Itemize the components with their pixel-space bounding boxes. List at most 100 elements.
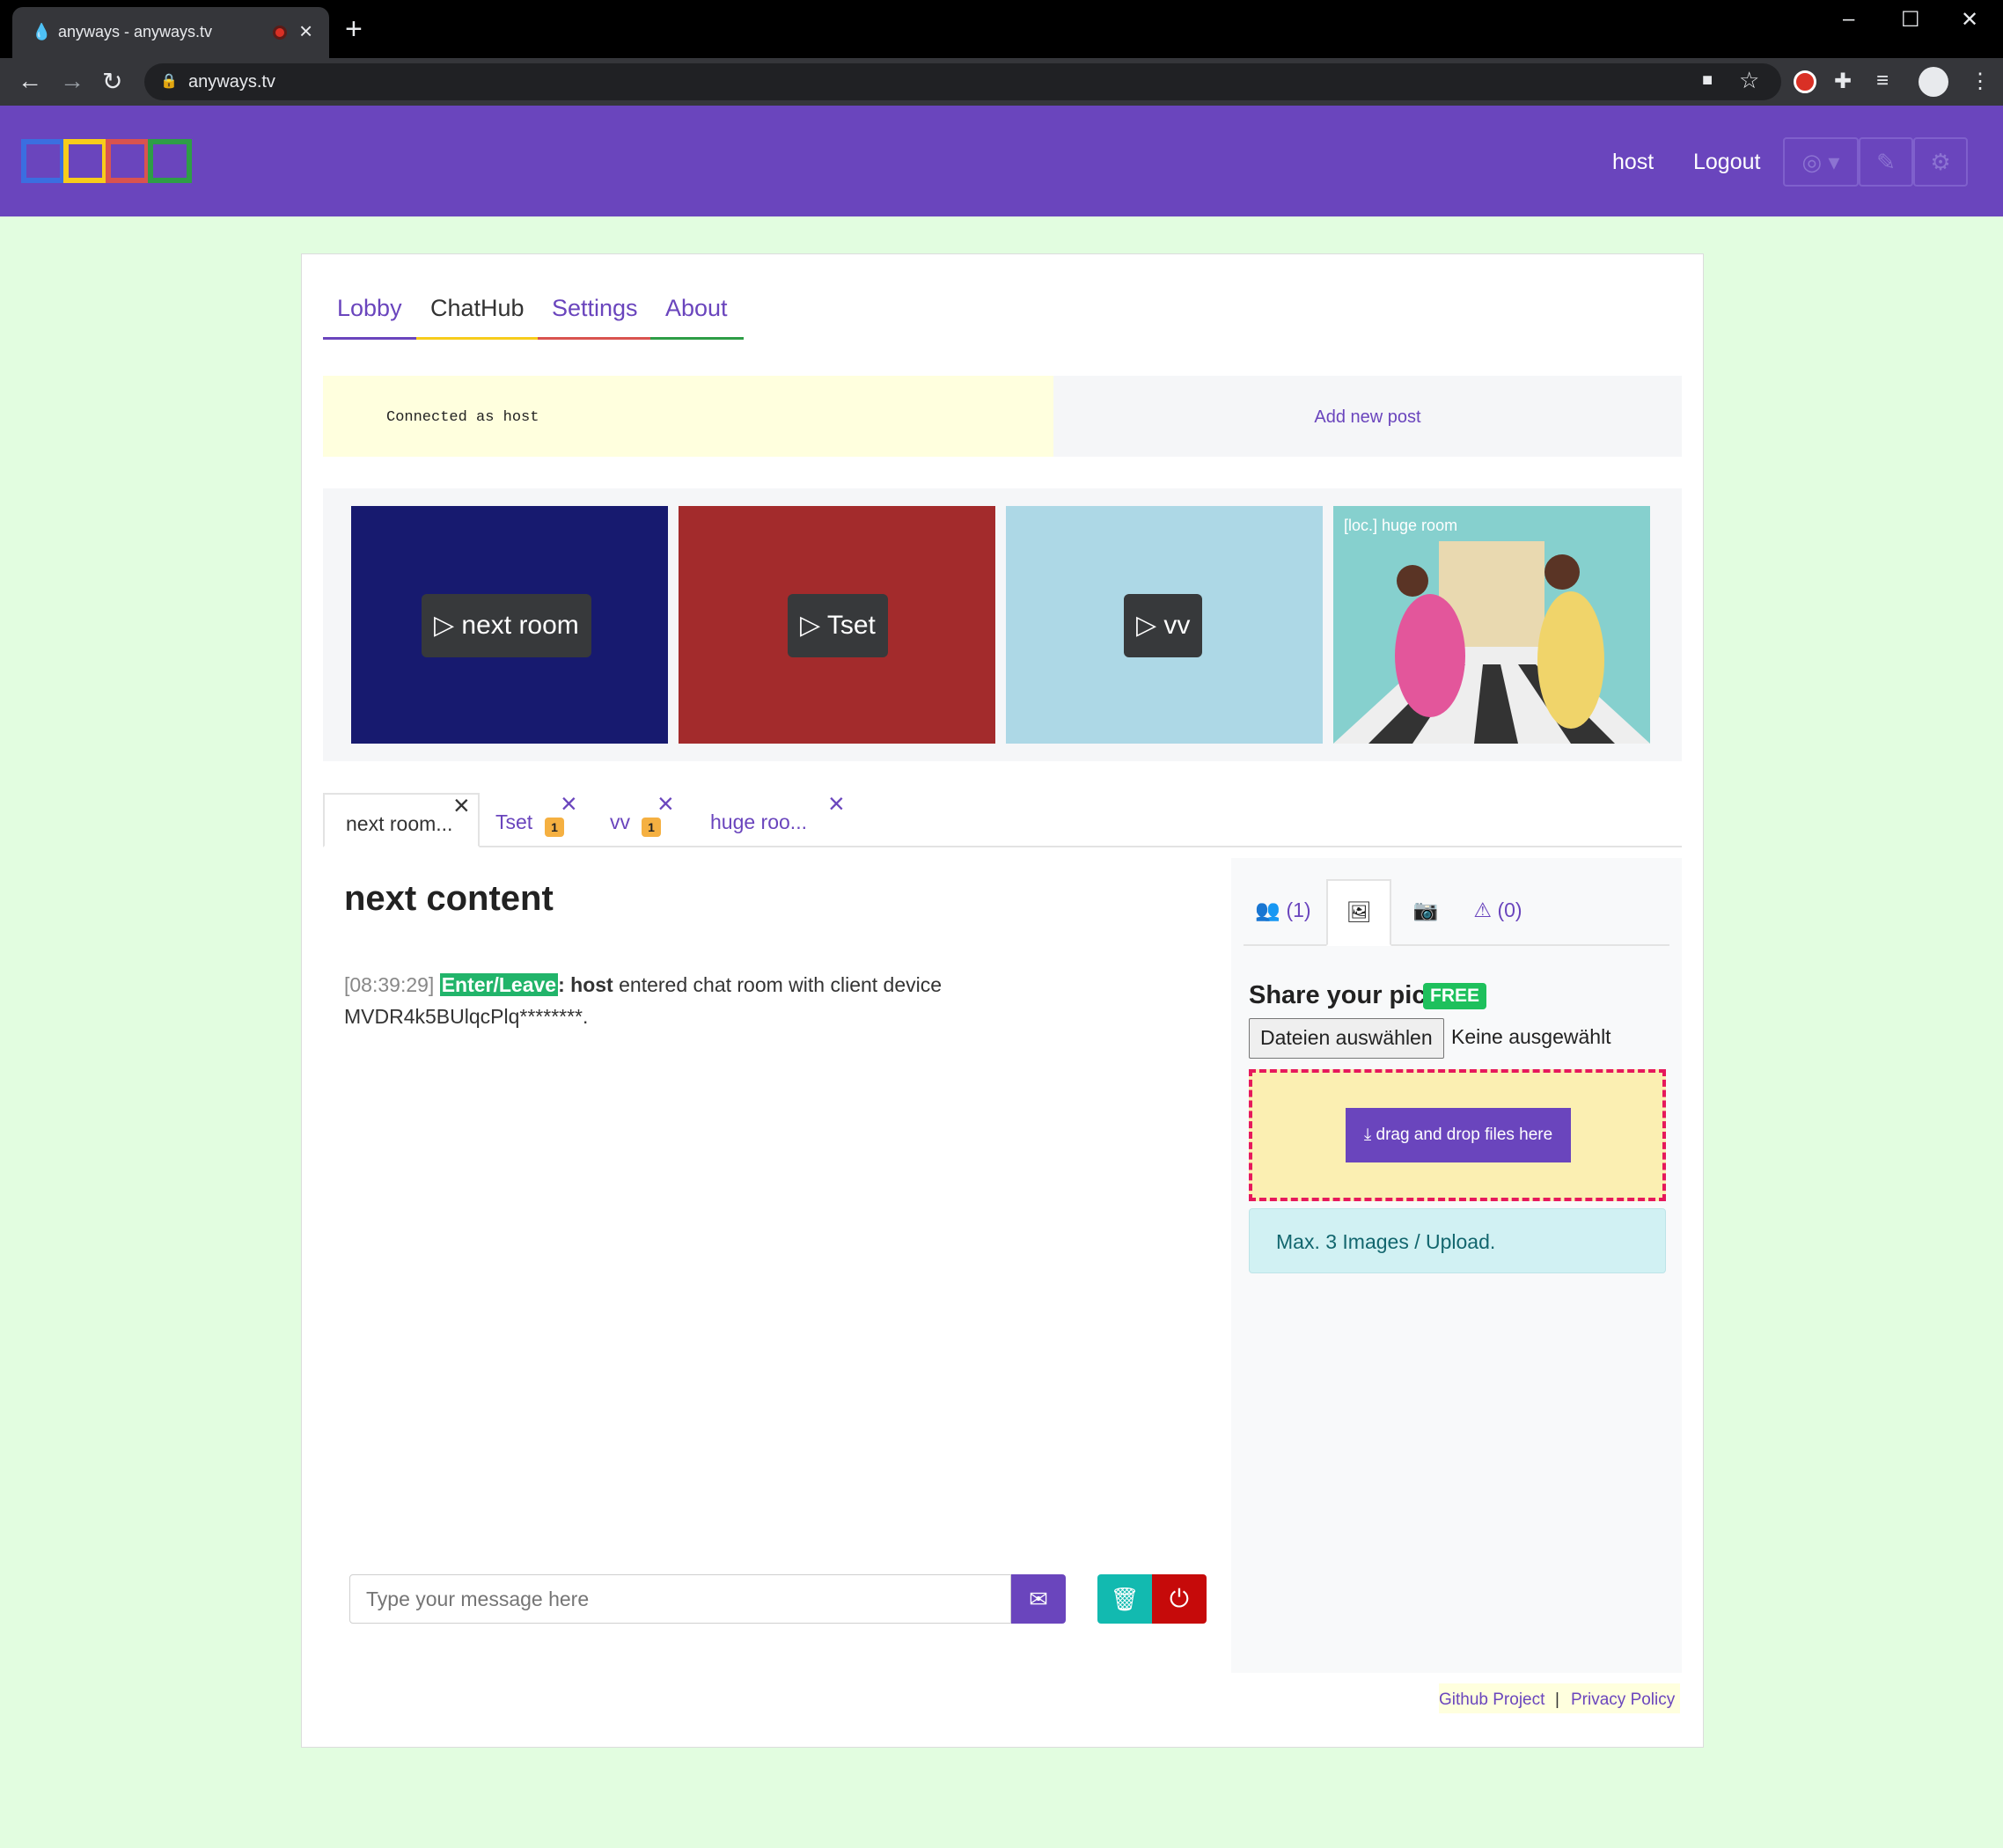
room-tab-close-icon[interactable]: × (561, 788, 577, 820)
download-icon: ⤓ (1363, 1126, 1372, 1144)
browser-tabstrip: 💧 anyways - anyways.tv × + – ☐ ✕ (0, 0, 2003, 58)
language-dropdown-button[interactable]: ◎ ▾ (1783, 137, 1859, 187)
site-logo[interactable] (21, 139, 197, 183)
message-time: [08:39:29] (344, 973, 435, 996)
add-post-panel: Add new post (1053, 376, 1682, 457)
media-queue-icon[interactable]: ≡ (1876, 69, 1889, 93)
warning-icon: ⚠ (1473, 898, 1493, 921)
new-tab-button[interactable]: + (345, 12, 363, 47)
room-tab-tset[interactable]: Tset 1 × (495, 788, 592, 847)
unread-badge: 1 (545, 818, 564, 837)
message-input[interactable] (349, 1574, 1011, 1624)
room-tab-close-icon[interactable]: × (828, 788, 845, 820)
side-tab-camera[interactable]: 📷 (1395, 879, 1456, 946)
bookmark-star-icon[interactable]: ☆ (1739, 67, 1759, 94)
tab-underline-chathub (416, 337, 538, 340)
room-tab-close-icon[interactable]: × (657, 788, 674, 820)
side-tabs: 👥 (1) 🖼 📷 ⚠ (0) (1244, 879, 1669, 946)
logo-square-green (148, 139, 192, 183)
room-tile-huge-room[interactable]: [loc.] huge room (1333, 506, 1650, 744)
tab-underline-lobby (323, 337, 416, 340)
main-card: Lobby ChatHub Settings About Connected a… (301, 253, 1704, 1748)
side-tab-images[interactable]: 🖼 (1326, 879, 1391, 946)
site-header: host Logout ◎ ▾ ✎ ⚙ (0, 106, 2003, 216)
logo-square-red (106, 139, 150, 183)
play-room-button[interactable]: ▷ Tset (788, 594, 888, 657)
room-tab-label: vv (610, 810, 630, 833)
back-icon[interactable]: ← (18, 67, 42, 95)
room-label: vv (1163, 611, 1191, 640)
side-tab-alerts[interactable]: ⚠ (0) (1458, 879, 1537, 946)
forward-icon[interactable]: → (60, 67, 84, 95)
drop-files-button[interactable]: ⤓ drag and drop files here (1346, 1108, 1571, 1162)
message-tag: Enter/Leave (439, 973, 559, 996)
nav-host-link[interactable]: host (1612, 150, 1654, 175)
tab-settings[interactable]: Settings (552, 295, 638, 322)
file-dropzone[interactable]: ⤓ drag and drop files here (1249, 1069, 1666, 1201)
maximize-icon[interactable]: ☐ (1901, 7, 1920, 33)
browser-menu-icon[interactable]: ⋮ (1970, 69, 1991, 94)
footer-separator: | (1555, 1690, 1559, 1709)
window-close-icon[interactable]: ✕ (1961, 7, 1978, 33)
room-tile-next-room[interactable]: ▷ next room (351, 506, 668, 744)
upload-limit-info: Max. 3 Images / Upload. (1249, 1208, 1666, 1273)
side-tab-users[interactable]: 👥 (1) (1244, 879, 1323, 946)
connection-status: Connected as host (323, 376, 1053, 457)
tab-chathub[interactable]: ChatHub (430, 295, 525, 322)
unread-badge: 1 (642, 818, 661, 837)
drop-files-label: drag and drop files here (1376, 1126, 1553, 1144)
chat-message: [08:39:29] Enter/Leave: host entered cha… (344, 969, 978, 1032)
room-label: next room (461, 611, 579, 640)
add-new-post-link[interactable]: Add new post (1053, 407, 1682, 428)
chat-room-title: next content (344, 879, 554, 918)
extension-record-icon[interactable] (1794, 70, 1816, 93)
share-pics-title: Share your pics (1249, 981, 1441, 1009)
users-count: (1) (1286, 898, 1311, 921)
favicon-icon: 💧 (32, 23, 52, 40)
tab-close-icon[interactable]: × (299, 18, 312, 45)
settings-gear-button[interactable]: ⚙ (1913, 137, 1968, 187)
room-label: Tset (826, 611, 876, 640)
privacy-policy-link[interactable]: Privacy Policy (1571, 1690, 1675, 1710)
logo-square-blue (21, 139, 65, 183)
room-tile-tset[interactable]: ▷ Tset (679, 506, 995, 744)
room-tab-next-room[interactable]: next room... × (323, 789, 480, 847)
minimize-icon[interactable]: – (1843, 7, 1854, 32)
tab-title: anyways - anyways.tv (58, 23, 213, 40)
room-gallery: ▷ next room ▷ Tset ▷ vv [loc.] huge room (323, 488, 1682, 761)
leave-room-button[interactable]: ⏻ (1152, 1574, 1207, 1624)
room-tab-close-icon[interactable]: × (453, 789, 470, 822)
nav-logout-link[interactable]: Logout (1693, 150, 1760, 175)
logo-square-yellow (63, 139, 107, 183)
browser-tab[interactable]: 💧 anyways - anyways.tv × (12, 7, 329, 58)
clear-chat-button[interactable]: 🗑 (1097, 1574, 1152, 1624)
room-tab-label: huge roo... (710, 810, 807, 833)
github-project-link[interactable]: Github Project (1439, 1690, 1544, 1710)
room-tab-vv[interactable]: vv 1 × (610, 788, 698, 847)
address-bar[interactable]: 🔒 anyways.tv ■ ☆ (144, 63, 1781, 100)
camera-icon[interactable]: ■ (1702, 70, 1713, 91)
tab-about[interactable]: About (665, 295, 728, 322)
room-tile-vv[interactable]: ▷ vv (1006, 506, 1323, 744)
play-room-button[interactable]: ▷ next room (422, 594, 591, 657)
alerts-count: (0) (1497, 898, 1522, 921)
tab-underline-settings (538, 337, 650, 340)
room-tab-huge-room[interactable]: huge roo... × (710, 788, 845, 847)
room-tab-label: next room... (346, 812, 453, 835)
message-user: host (570, 973, 613, 996)
choose-files-button[interactable]: Dateien auswählen (1249, 1018, 1444, 1059)
tab-lobby[interactable]: Lobby (337, 295, 402, 322)
users-icon: 👥 (1255, 898, 1281, 921)
room-preview-image (1333, 506, 1650, 744)
edit-pencil-button[interactable]: ✎ (1859, 137, 1913, 187)
reload-icon[interactable]: ↻ (102, 67, 122, 96)
lock-icon: 🔒 (160, 74, 178, 89)
camera-icon: 📷 (1412, 898, 1439, 921)
image-icon: 🖼 (1346, 900, 1372, 923)
room-tabs: next room... × Tset 1 × vv 1 × huge roo.… (323, 788, 1682, 847)
play-room-button[interactable]: ▷ vv (1124, 594, 1203, 657)
send-message-button[interactable]: ✉ (1011, 1574, 1066, 1624)
profile-avatar-icon[interactable] (1919, 67, 1948, 97)
room-tab-label: Tset (495, 810, 533, 833)
extensions-puzzle-icon[interactable]: ✚ (1834, 69, 1852, 94)
